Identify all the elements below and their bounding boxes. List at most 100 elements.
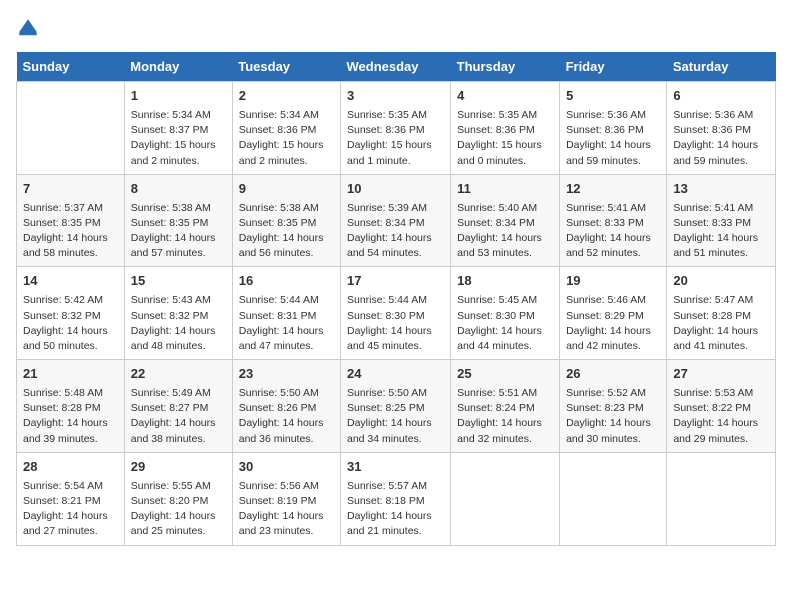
column-header-friday: Friday [560,52,667,82]
day-number: 13 [673,180,769,199]
calendar-cell: 28 Sunrise: 5:54 AMSunset: 8:21 PMDayligh… [17,452,125,545]
day-number: 4 [457,87,553,106]
day-info: Sunrise: 5:56 AMSunset: 8:19 PMDaylight:… [239,479,334,540]
calendar-cell: 9 Sunrise: 5:38 AMSunset: 8:35 PMDaylight… [232,174,340,267]
day-info: Sunrise: 5:35 AMSunset: 8:36 PMDaylight:… [347,108,444,169]
day-info: Sunrise: 5:38 AMSunset: 8:35 PMDaylight:… [131,201,226,262]
day-number: 9 [239,180,334,199]
day-info: Sunrise: 5:51 AMSunset: 8:24 PMDaylight:… [457,386,553,447]
logo-icon [16,16,40,40]
calendar-cell: 14 Sunrise: 5:42 AMSunset: 8:32 PMDayligh… [17,267,125,360]
calendar-cell [560,452,667,545]
day-info: Sunrise: 5:37 AMSunset: 8:35 PMDaylight:… [23,201,118,262]
calendar-cell [451,452,560,545]
day-info: Sunrise: 5:36 AMSunset: 8:36 PMDaylight:… [566,108,660,169]
day-info: Sunrise: 5:41 AMSunset: 8:33 PMDaylight:… [673,201,769,262]
calendar-table: SundayMondayTuesdayWednesdayThursdayFrid… [16,52,776,546]
day-info: Sunrise: 5:41 AMSunset: 8:33 PMDaylight:… [566,201,660,262]
day-number: 3 [347,87,444,106]
calendar-cell: 12 Sunrise: 5:41 AMSunset: 8:33 PMDayligh… [560,174,667,267]
day-number: 26 [566,365,660,384]
day-info: Sunrise: 5:43 AMSunset: 8:32 PMDaylight:… [131,293,226,354]
calendar-cell: 30 Sunrise: 5:56 AMSunset: 8:19 PMDayligh… [232,452,340,545]
day-number: 20 [673,272,769,291]
day-info: Sunrise: 5:46 AMSunset: 8:29 PMDaylight:… [566,293,660,354]
calendar-cell: 8 Sunrise: 5:38 AMSunset: 8:35 PMDaylight… [124,174,232,267]
column-header-tuesday: Tuesday [232,52,340,82]
calendar-cell [667,452,776,545]
day-number: 22 [131,365,226,384]
day-info: Sunrise: 5:38 AMSunset: 8:35 PMDaylight:… [239,201,334,262]
column-header-saturday: Saturday [667,52,776,82]
day-info: Sunrise: 5:55 AMSunset: 8:20 PMDaylight:… [131,479,226,540]
day-number: 5 [566,87,660,106]
day-number: 24 [347,365,444,384]
day-info: Sunrise: 5:54 AMSunset: 8:21 PMDaylight:… [23,479,118,540]
calendar-cell: 11 Sunrise: 5:40 AMSunset: 8:34 PMDayligh… [451,174,560,267]
calendar-cell: 24Sunrise: 5:50 AMSunset: 8:25 PMDayligh… [340,360,450,453]
calendar-cell: 13 Sunrise: 5:41 AMSunset: 8:33 PMDayligh… [667,174,776,267]
day-info: Sunrise: 5:53 AMSunset: 8:22 PMDaylight:… [673,386,769,447]
column-header-thursday: Thursday [451,52,560,82]
day-info: Sunrise: 5:49 AMSunset: 8:27 PMDaylight:… [131,386,226,447]
day-number: 25 [457,365,553,384]
calendar-cell: 2Sunrise: 5:34 AMSunset: 8:36 PMDaylight… [232,82,340,175]
day-number: 14 [23,272,118,291]
calendar-cell: 7 Sunrise: 5:37 AMSunset: 8:35 PMDaylight… [17,174,125,267]
day-info: Sunrise: 5:45 AMSunset: 8:30 PMDaylight:… [457,293,553,354]
calendar-cell: 26 Sunrise: 5:52 AMSunset: 8:23 PMDayligh… [560,360,667,453]
column-header-wednesday: Wednesday [340,52,450,82]
day-info: Sunrise: 5:50 AMSunset: 8:26 PMDaylight:… [239,386,334,447]
calendar-cell: 15 Sunrise: 5:43 AMSunset: 8:32 PMDayligh… [124,267,232,360]
day-info: Sunrise: 5:48 AMSunset: 8:28 PMDaylight:… [23,386,118,447]
day-info: Sunrise: 5:35 AMSunset: 8:36 PMDaylight:… [457,108,553,169]
calendar-cell: 20 Sunrise: 5:47 AMSunset: 8:28 PMDayligh… [667,267,776,360]
day-number: 1 [131,87,226,106]
day-number: 12 [566,180,660,199]
day-number: 29 [131,458,226,477]
day-info: Sunrise: 5:42 AMSunset: 8:32 PMDaylight:… [23,293,118,354]
calendar-cell: 10Sunrise: 5:39 AMSunset: 8:34 PMDayligh… [340,174,450,267]
week-row-5: 28 Sunrise: 5:54 AMSunset: 8:21 PMDayligh… [17,452,776,545]
day-info: Sunrise: 5:44 AMSunset: 8:30 PMDaylight:… [347,293,444,354]
column-headers: SundayMondayTuesdayWednesdayThursdayFrid… [17,52,776,82]
day-number: 19 [566,272,660,291]
day-number: 23 [239,365,334,384]
day-info: Sunrise: 5:44 AMSunset: 8:31 PMDaylight:… [239,293,334,354]
day-info: Sunrise: 5:36 AMSunset: 8:36 PMDaylight:… [673,108,769,169]
calendar-cell: 31 Sunrise: 5:57 AMSunset: 8:18 PMDayligh… [340,452,450,545]
day-number: 18 [457,272,553,291]
calendar-cell: 4 Sunrise: 5:35 AMSunset: 8:36 PMDaylight… [451,82,560,175]
calendar-cell: 16Sunrise: 5:44 AMSunset: 8:31 PMDayligh… [232,267,340,360]
calendar-cell: 21Sunrise: 5:48 AMSunset: 8:28 PMDayligh… [17,360,125,453]
calendar-cell: 18 Sunrise: 5:45 AMSunset: 8:30 PMDayligh… [451,267,560,360]
calendar-cell: 22 Sunrise: 5:49 AMSunset: 8:27 PMDayligh… [124,360,232,453]
calendar-cell: 3 Sunrise: 5:35 AMSunset: 8:36 PMDaylight… [340,82,450,175]
day-number: 31 [347,458,444,477]
week-row-1: 1 Sunrise: 5:34 AMSunset: 8:37 PMDaylight… [17,82,776,175]
calendar-cell [17,82,125,175]
day-number: 6 [673,87,769,106]
day-info: Sunrise: 5:34 AMSunset: 8:37 PMDaylight:… [131,108,226,169]
day-number: 17 [347,272,444,291]
day-number: 7 [23,180,118,199]
day-info: Sunrise: 5:47 AMSunset: 8:28 PMDaylight:… [673,293,769,354]
day-info: Sunrise: 5:52 AMSunset: 8:23 PMDaylight:… [566,386,660,447]
day-info: Sunrise: 5:57 AMSunset: 8:18 PMDaylight:… [347,479,444,540]
column-header-sunday: Sunday [17,52,125,82]
day-number: 15 [131,272,226,291]
day-number: 30 [239,458,334,477]
calendar-cell: 17 Sunrise: 5:44 AMSunset: 8:30 PMDayligh… [340,267,450,360]
day-info: Sunrise: 5:40 AMSunset: 8:34 PMDaylight:… [457,201,553,262]
day-number: 28 [23,458,118,477]
week-row-2: 7 Sunrise: 5:37 AMSunset: 8:35 PMDaylight… [17,174,776,267]
day-number: 11 [457,180,553,199]
calendar-cell: 6 Sunrise: 5:36 AMSunset: 8:36 PMDaylight… [667,82,776,175]
week-row-4: 21Sunrise: 5:48 AMSunset: 8:28 PMDayligh… [17,360,776,453]
calendar-cell: 23 Sunrise: 5:50 AMSunset: 8:26 PMDayligh… [232,360,340,453]
week-row-3: 14 Sunrise: 5:42 AMSunset: 8:32 PMDayligh… [17,267,776,360]
day-number: 27 [673,365,769,384]
page-header [16,16,776,40]
day-number: 8 [131,180,226,199]
day-number: 10 [347,180,444,199]
